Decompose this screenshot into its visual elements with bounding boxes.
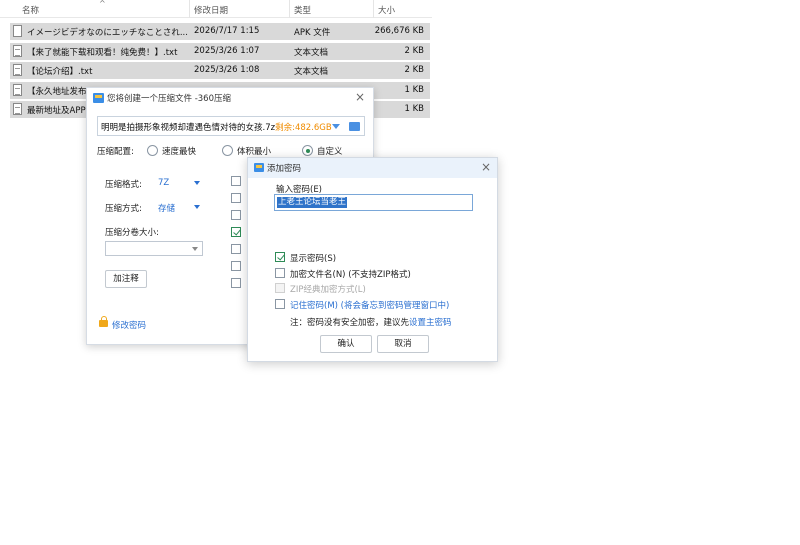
screen: ^ 名称 修改日期 类型 大小 イメージビデオなのにエッチなことされ... 20… xyxy=(0,0,800,545)
encrypt-filenames-label[interactable]: 加密文件名(N) (不支持ZIP格式) xyxy=(290,268,411,280)
radio-fastest[interactable] xyxy=(147,145,158,156)
file-icon xyxy=(13,25,22,37)
option-checkbox[interactable] xyxy=(231,278,241,288)
password-input[interactable]: 上老王论坛当老王 xyxy=(274,194,473,211)
format-label: 压缩格式: xyxy=(105,180,142,190)
file-size: 1 KB xyxy=(404,104,424,114)
compress-dialog-titlebar[interactable]: 您将创建一个压缩文件 -360压缩 × xyxy=(87,88,373,108)
password-input-value: 上老王论坛当老王 xyxy=(277,197,348,208)
lock-icon xyxy=(99,316,108,327)
column-size[interactable]: 大小 xyxy=(378,4,395,16)
option-checkbox[interactable] xyxy=(231,261,241,271)
file-size: 1 KB xyxy=(404,85,424,95)
close-icon[interactable]: × xyxy=(355,90,365,104)
text-file-icon xyxy=(13,45,22,57)
chevron-down-icon[interactable] xyxy=(194,181,200,185)
file-type: 文本文档 xyxy=(294,48,329,58)
text-file-icon xyxy=(13,64,22,76)
radio-fastest-label[interactable]: 速度最快 xyxy=(162,145,196,157)
security-note: 注：密码没有安全加密，建议先 xyxy=(290,318,410,328)
show-password-label[interactable]: 显示密码(S) xyxy=(290,252,336,264)
file-name: 【来了就能下载和观看！纯免费！】.txt xyxy=(27,48,178,58)
file-row[interactable]: 【来了就能下载和观看！纯免费！】.txt 2025/3/26 1:07 文本文档… xyxy=(10,43,430,60)
set-master-password-link[interactable]: 设置主密码 xyxy=(409,318,452,328)
format-select[interactable]: 7Z xyxy=(158,178,169,188)
file-modified: 2026/7/17 1:15 xyxy=(194,26,260,36)
text-file-icon xyxy=(13,103,22,115)
chevron-down-icon[interactable] xyxy=(192,247,198,251)
config-label: 压缩配置: xyxy=(97,147,134,157)
add-password-dialog: 添加密码 × 输入密码(E) 上老王论坛当老王 显示密码(S) 加密文件名(N)… xyxy=(247,157,498,362)
file-modified: 2025/3/26 1:07 xyxy=(194,46,260,56)
file-row[interactable]: 【论坛介绍】.txt 2025/3/26 1:08 文本文档 2 KB xyxy=(10,62,430,79)
archive-app-icon xyxy=(254,163,264,172)
radio-custom-label[interactable]: 自定义 xyxy=(317,145,343,157)
option-checkbox-checked[interactable] xyxy=(231,227,241,237)
close-icon[interactable]: × xyxy=(481,160,491,174)
option-checkbox[interactable] xyxy=(231,176,241,186)
file-modified: 2025/3/26 1:08 xyxy=(194,65,260,75)
archive-path-text: 明明是拍摄形象视频却遭遇色情对待的女孩.7z xyxy=(101,123,276,133)
text-file-icon xyxy=(13,84,22,96)
option-checkbox[interactable] xyxy=(231,210,241,220)
file-name: 最新地址及APP xyxy=(27,106,86,116)
file-size: 2 KB xyxy=(404,46,424,56)
show-password-checkbox[interactable] xyxy=(275,252,285,262)
file-type: 文本文档 xyxy=(294,67,329,77)
archive-path-field[interactable]: 明明是拍摄形象视频却遭遇色情对待的女孩.7z剩余:482.6GB xyxy=(97,116,365,136)
radio-smallest[interactable] xyxy=(222,145,233,156)
cancel-button[interactable]: 取消 xyxy=(377,335,429,353)
split-size-label: 压缩分卷大小: xyxy=(105,228,159,238)
file-row[interactable]: イメージビデオなのにエッチなことされ... 2026/7/17 1:15 APK… xyxy=(10,23,430,40)
file-size: 2 KB xyxy=(404,65,424,75)
column-name[interactable]: 名称 xyxy=(22,4,39,16)
archive-app-icon xyxy=(93,93,104,103)
free-space-text: 剩余:482.6GB xyxy=(275,123,332,133)
column-type[interactable]: 类型 xyxy=(294,4,311,16)
sort-ascending-icon: ^ xyxy=(99,0,106,8)
remember-password-checkbox[interactable] xyxy=(275,299,285,309)
add-comment-button[interactable]: 加注释 xyxy=(105,270,147,288)
encrypt-filenames-checkbox[interactable] xyxy=(275,268,285,278)
zip-classic-checkbox xyxy=(275,283,285,293)
radio-smallest-label[interactable]: 体积最小 xyxy=(237,145,271,157)
file-type: APK 文件 xyxy=(294,28,331,38)
file-name: 【论坛介绍】.txt xyxy=(27,67,93,77)
password-dialog-title: 添加密码 xyxy=(267,164,302,174)
change-password-link[interactable]: 修改密码 xyxy=(112,319,146,331)
file-size: 266,676 KB xyxy=(374,26,424,36)
password-dialog-titlebar[interactable]: 添加密码 × xyxy=(248,158,497,178)
column-modified[interactable]: 修改日期 xyxy=(194,4,228,16)
radio-custom[interactable] xyxy=(302,145,313,156)
split-size-combobox[interactable] xyxy=(105,241,203,256)
method-label: 压缩方式: xyxy=(105,204,142,214)
option-checkbox[interactable] xyxy=(231,193,241,203)
folder-icon[interactable] xyxy=(349,122,360,131)
remember-password-label[interactable]: 记住密码(M) (将会备忘到密码管理窗口中) xyxy=(290,299,449,311)
ok-button[interactable]: 确认 xyxy=(320,335,372,353)
compress-dialog-title: 您将创建一个压缩文件 -360压缩 xyxy=(107,94,231,104)
chevron-down-icon[interactable] xyxy=(332,124,340,129)
file-list-header: ^ 名称 修改日期 类型 大小 xyxy=(0,0,432,18)
chevron-down-icon[interactable] xyxy=(194,205,200,209)
method-select[interactable]: 存储 xyxy=(158,202,175,214)
option-checkbox[interactable] xyxy=(231,244,241,254)
file-name: イメージビデオなのにエッチなことされ... xyxy=(27,28,188,38)
zip-classic-label: ZIP经典加密方式(L) xyxy=(290,285,366,295)
